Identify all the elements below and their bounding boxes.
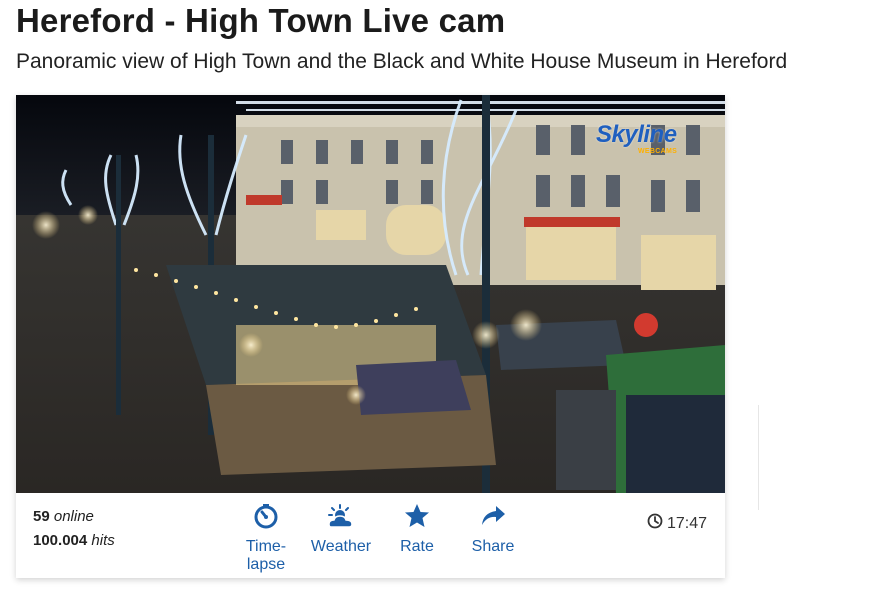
online-label: online bbox=[53, 508, 94, 525]
rate-button[interactable]: Rate bbox=[392, 503, 442, 559]
share-icon bbox=[466, 503, 520, 535]
player-controls: 59 online 100.004 hits Time- lapse Weath… bbox=[16, 493, 725, 578]
clock-icon bbox=[647, 513, 663, 534]
timelapse-button[interactable]: Time- lapse bbox=[241, 503, 291, 577]
skyline-logo-sub: WEBCAMS bbox=[638, 148, 678, 155]
timelapse-label-line2: lapse bbox=[246, 556, 286, 573]
webcam-scene bbox=[16, 95, 725, 493]
share-button[interactable]: Share bbox=[466, 503, 520, 559]
page-title: Hereford - High Town Live cam bbox=[16, 2, 506, 39]
star-icon bbox=[392, 503, 442, 535]
rate-label: Rate bbox=[400, 538, 434, 555]
hits-stat: 100.004 hits bbox=[33, 529, 115, 553]
online-count: 59 bbox=[33, 508, 50, 525]
online-stat: 59 online bbox=[33, 505, 115, 529]
hits-count: 100.004 bbox=[33, 532, 88, 549]
time-value: 17:47 bbox=[666, 514, 707, 532]
weather-button[interactable]: Weather bbox=[306, 503, 376, 559]
skyline-logo[interactable]: Skyline bbox=[596, 121, 677, 149]
hits-label: hits bbox=[91, 532, 115, 549]
viewer-stats: 59 online 100.004 hits bbox=[33, 505, 115, 553]
weather-icon bbox=[306, 503, 376, 535]
share-label: Share bbox=[471, 538, 515, 555]
webcam-image[interactable]: Skyline WEBCAMS bbox=[16, 95, 725, 493]
weather-label: Weather bbox=[310, 538, 372, 555]
side-divider bbox=[758, 405, 759, 510]
page-subtitle: Panoramic view of High Town and the Blac… bbox=[16, 50, 788, 73]
webcam-player: Skyline WEBCAMS 59 online 100.004 hits T… bbox=[16, 95, 725, 578]
timelapse-icon bbox=[241, 503, 291, 535]
local-time: 17:47 bbox=[647, 513, 707, 534]
